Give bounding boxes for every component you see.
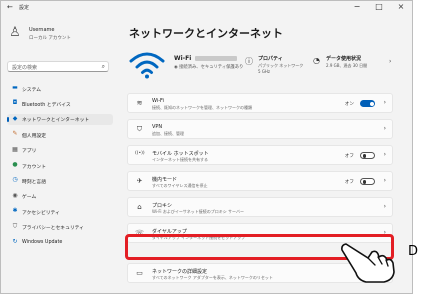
vpn-row[interactable]: ⛉ VPN 追加、接続、管理 › (127, 119, 393, 139)
toggle-state-label: オン (344, 102, 354, 107)
search-placeholder: 設定の検索 (12, 65, 38, 71)
sidebar-item[interactable]: ↻ Windows Update (7, 237, 113, 248)
properties-details: パブリック ネットワーク 5 GHz (258, 63, 303, 74)
window-controls: − □ × (352, 2, 406, 11)
toggle-state-label: オフ (344, 154, 354, 159)
row-title: プロキシ (152, 203, 173, 209)
sidebar-item[interactable]: ▬ システム (7, 83, 113, 94)
wifi-icon: ≋ (136, 99, 143, 107)
mobile-hotspot-row[interactable]: ((•)) モバイル ホットスポット インターネット接続を共有する オフ › (127, 145, 393, 165)
shield-icon: ⛉ (12, 222, 18, 230)
window-title: 設定 (19, 5, 30, 11)
sidebar: ♙ Username ローカル アカウント 設定の検索 ⌕ ▬ システム ◘ Blue… (1, 15, 119, 293)
sidebar-item-label: Windows Update (22, 239, 63, 245)
page-title: ネットワークとインターネット (129, 27, 283, 40)
sidebar-item-label: アプリ (22, 149, 37, 155)
wifi-row[interactable]: ≋ Wi-Fi 接続、既知のネットワークを管理、ネットワークの種類 オン › (127, 93, 393, 113)
chevron-right-icon[interactable]: › (384, 151, 386, 158)
network-profile-text: パブリック ネットワーク (258, 63, 304, 68)
sidebar-item[interactable]: ◷ 時刻と言語 (7, 175, 113, 186)
toggle-switch[interactable] (360, 178, 375, 185)
row-title: 機内モード (152, 177, 178, 183)
chevron-right-icon[interactable]: › (384, 99, 386, 106)
network-band-text: 5 GHz (258, 68, 271, 74)
sidebar-item[interactable]: ● アカウント (7, 160, 113, 171)
toggle-state-label: オフ (344, 180, 354, 185)
data-usage-link[interactable]: データ使用状況 (326, 55, 361, 62)
bluetooth-icon: ◘ (12, 99, 18, 107)
row-title: ネットワークの詳細設定 (152, 269, 208, 275)
row-description: 接続、既知のネットワークを管理、ネットワークの種類 (152, 105, 252, 110)
pointing-hand-icon (341, 243, 395, 283)
row-description: Wi-Fi およびイーサネット接続のプロキシ サーバー (152, 209, 244, 214)
sidebar-item-label: プライバシーとセキュリティ (22, 226, 84, 232)
vpn-shield-icon: ⛉ (136, 125, 143, 133)
sidebar-item[interactable]: ✱ アクセシビリティ (7, 206, 113, 217)
properties-link[interactable]: プロパティ (258, 55, 283, 62)
apps-icon: ▦ (12, 145, 18, 153)
sidebar-item-label: アクセシビリティ (22, 210, 60, 216)
row-description: すべてのネットワーク アダプターを表示、ネットワークのリセット (152, 275, 273, 280)
advanced-network-icon: ▭ (136, 269, 143, 277)
back-arrow-icon[interactable]: ← (7, 3, 13, 11)
airplane-icon: ✈ (136, 177, 143, 185)
callout-marker-letter: D (408, 244, 419, 259)
row-description: すべてのワイヤレス通信を停止 (152, 183, 208, 188)
avatar-icon: ♙ (9, 25, 21, 40)
chevron-right-icon[interactable]: › (389, 58, 391, 65)
network-icon: ◆ (12, 114, 18, 122)
monitor-icon: ▬ (12, 84, 18, 91)
sidebar-item-label: システム (22, 87, 42, 93)
sidebar-item[interactable]: ⛉ プライバシーとセキュリティ (7, 222, 113, 233)
gaming-icon: ◉ (12, 191, 18, 199)
wifi-status-hero: Wi-Fi ◉ 接続済み、セキュリティ保護あり ⓘ プロパティ パブリック ネッ… (129, 47, 409, 87)
update-icon: ↻ (12, 238, 18, 245)
account-icon: ● (12, 161, 18, 168)
sidebar-item-label: 時刻と言語 (22, 179, 46, 185)
toggle-switch[interactable] (360, 100, 375, 107)
time-language-icon: ◷ (12, 176, 18, 184)
accessibility-icon: ✱ (12, 207, 18, 215)
maximize-icon[interactable]: □ (374, 2, 384, 11)
row-title: VPN (152, 124, 163, 130)
user-account-type: ローカル アカウント (29, 36, 71, 41)
hero-wifi-title: Wi-Fi (174, 55, 192, 62)
proxy-icon: ⌂ (137, 203, 142, 211)
hero-connection-status: ◉ 接続済み、セキュリティ保護あり (174, 65, 244, 70)
close-icon[interactable]: × (396, 2, 406, 11)
user-name: Username (29, 27, 55, 33)
toggle-switch[interactable] (360, 152, 375, 159)
data-usage-icon: ◔ (313, 56, 320, 65)
search-icon: ⌕ (101, 63, 105, 70)
sidebar-item-label: アカウント (22, 164, 46, 170)
row-title: モバイル ホットスポット (152, 151, 209, 157)
row-description: インターネット接続を共有する (152, 157, 208, 162)
proxy-row[interactable]: ⌂ プロキシ Wi-Fi およびイーサネット接続のプロキシ サーバー › (127, 197, 393, 217)
mobile-hotspot-icon: ((•)) (135, 151, 145, 156)
airplane-mode-row[interactable]: ✈ 機内モード すべてのワイヤレス通信を停止 オフ › (127, 171, 393, 191)
sidebar-item[interactable]: ◘ Bluetooth とデバイス (7, 98, 113, 109)
network-name-redacted (195, 56, 237, 61)
chevron-right-icon[interactable]: › (384, 125, 386, 132)
sidebar-item-label: Bluetooth とデバイス (22, 102, 71, 108)
row-description: 追加、接続、管理 (152, 131, 184, 136)
sidebar-item[interactable]: ✎ 個人用設定 (7, 129, 113, 140)
data-usage-amount: 2.9 GB、過去 30 日間 (326, 63, 368, 68)
sidebar-item[interactable]: ◆ ネットワークとインターネット (7, 113, 113, 125)
chevron-right-icon[interactable]: › (384, 177, 386, 184)
row-title: Wi-Fi (152, 98, 164, 104)
sidebar-item-label: ゲーム (22, 195, 37, 201)
search-input[interactable]: 設定の検索 ⌕ (7, 61, 109, 72)
chevron-right-icon[interactable]: › (384, 203, 386, 210)
sidebar-item-label: 個人用設定 (22, 133, 46, 139)
sidebar-item[interactable]: ◉ ゲーム (7, 191, 113, 202)
brush-icon: ✎ (12, 130, 18, 138)
info-icon: ⓘ (245, 57, 253, 66)
sidebar-item[interactable]: ▦ アプリ (7, 145, 113, 156)
title-bar: ← 設定 − □ × (1, 1, 412, 15)
wifi-large-icon (129, 52, 165, 79)
sidebar-item-label: ネットワークとインターネット (22, 118, 90, 124)
minimize-icon[interactable]: − (352, 2, 362, 11)
